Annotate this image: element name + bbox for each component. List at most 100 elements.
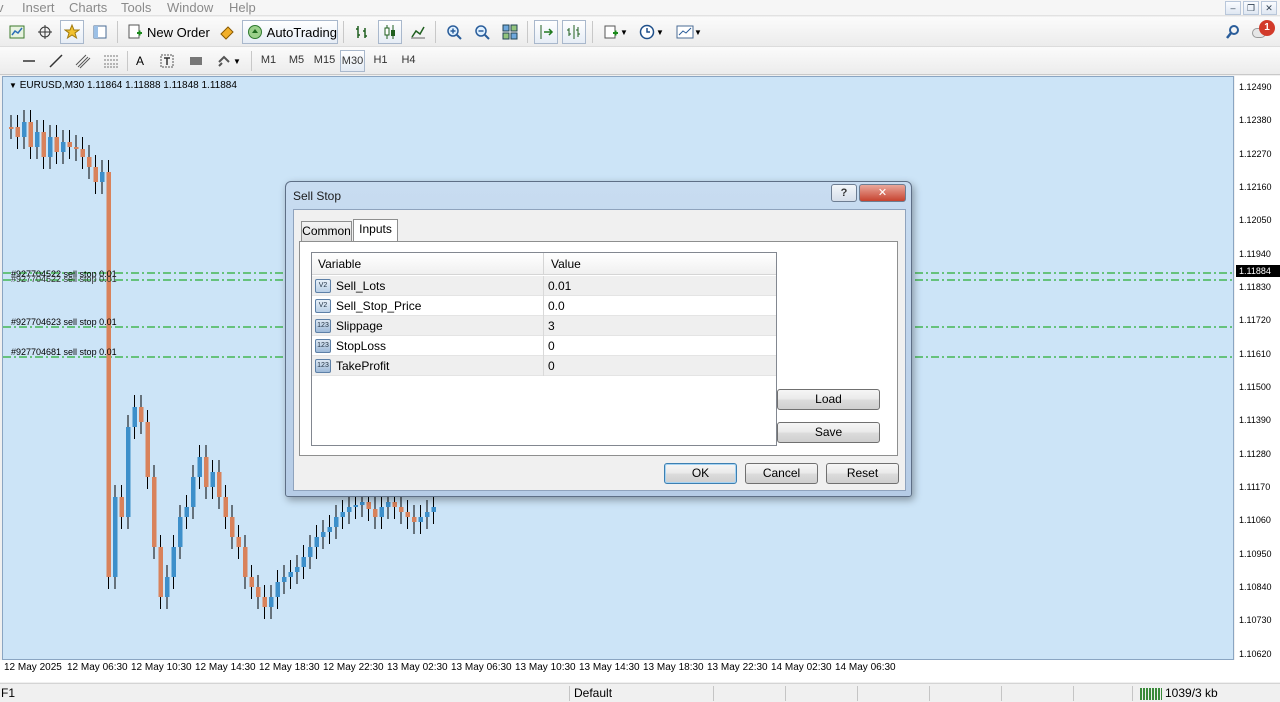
status-profile[interactable]: Default <box>574 685 612 702</box>
zoom-out-button[interactable] <box>471 20 493 44</box>
crosshair-button[interactable] <box>34 20 56 44</box>
text-label-button[interactable] <box>157 49 177 73</box>
tab-common[interactable]: Common <box>301 221 352 241</box>
candle-body <box>431 507 436 512</box>
table-row[interactable]: V2 Sell_Stop_Price 0.0 <box>312 296 776 316</box>
candle-body <box>288 572 293 577</box>
horizontal-line-button[interactable] <box>18 49 40 73</box>
equidistant-channel-button[interactable] <box>72 49 94 73</box>
candle-body <box>327 527 332 532</box>
table-row[interactable]: 123 TakeProfit 0 <box>312 356 776 376</box>
trendline-button[interactable] <box>45 49 67 73</box>
autotrading-label: AutoTrading <box>266 24 337 40</box>
candle-body <box>35 132 40 147</box>
templates-button[interactable]: ▼ <box>673 20 705 44</box>
fibonacci-button[interactable] <box>100 49 122 73</box>
load-button[interactable]: Load <box>777 389 880 410</box>
variable-cell: V2 Sell_Stop_Price <box>312 296 544 316</box>
status-divider <box>1132 686 1133 701</box>
status-divider <box>569 686 570 701</box>
zoom-in-button[interactable] <box>443 20 465 44</box>
arrow-shapes-button[interactable] <box>185 49 207 73</box>
timeframe-m15[interactable]: M15 <box>312 50 337 72</box>
table-row[interactable]: V2 Sell_Lots 0.01 <box>312 276 776 296</box>
candle-body <box>74 147 79 149</box>
line-chart-button[interactable] <box>407 20 429 44</box>
favorites-button[interactable] <box>60 20 84 44</box>
new-chart-button[interactable] <box>6 20 28 44</box>
candle-body <box>405 512 410 517</box>
menu-window[interactable]: Window <box>167 0 213 16</box>
menu-charts[interactable]: Charts <box>69 0 107 16</box>
dialog-title: Sell Stop <box>293 189 342 203</box>
separator <box>251 51 252 71</box>
restore-chart-button[interactable]: ❐ <box>1243 1 1259 15</box>
new-order-button[interactable]: New Order <box>126 20 214 44</box>
auto-scroll-button[interactable] <box>534 20 558 44</box>
metaeditor-icon <box>218 23 236 41</box>
help-button[interactable]: ? <box>831 184 857 202</box>
indicators-button[interactable]: ▼ <box>600 20 630 44</box>
arrows-icon <box>215 52 233 70</box>
bar-chart-button[interactable] <box>351 20 373 44</box>
candle-body <box>249 577 254 587</box>
menu-insert[interactable]: Insert <box>22 0 55 16</box>
value-cell[interactable]: 0 <box>545 356 776 376</box>
column-header-value[interactable]: Value <box>545 253 776 275</box>
candle-body <box>275 582 280 597</box>
double-type-icon: V2 <box>315 279 331 293</box>
chart-shift-button[interactable] <box>562 20 586 44</box>
time-tick: 12 May 10:30 <box>131 662 192 673</box>
value-cell[interactable]: 0.0 <box>545 296 776 316</box>
timeframe-h4[interactable]: H4 <box>396 50 421 72</box>
timeframe-h1[interactable]: H1 <box>368 50 393 72</box>
integer-type-icon: 123 <box>315 319 331 333</box>
candle-body <box>28 122 33 147</box>
zoom-in-icon <box>445 23 463 41</box>
notifications-button[interactable]: 1 <box>1250 20 1278 44</box>
navigator-button[interactable] <box>89 20 111 44</box>
value-cell[interactable]: 3 <box>545 316 776 336</box>
close-button[interactable]: ✕ <box>859 184 906 202</box>
price-axis[interactable]: 1.12490 1.12380 1.12270 1.12160 1.12050 … <box>1235 76 1280 660</box>
reset-button[interactable]: Reset <box>826 463 899 484</box>
menu-view-fragment[interactable]: v <box>0 0 4 16</box>
column-header-variable[interactable]: Variable <box>312 253 544 275</box>
tab-inputs[interactable]: Inputs <box>353 219 398 241</box>
text-tool-button[interactable]: A <box>130 49 150 73</box>
metaeditor-button[interactable] <box>216 20 238 44</box>
candlestick-button[interactable] <box>378 20 402 44</box>
cancel-button[interactable]: Cancel <box>745 463 818 484</box>
minimize-chart-button[interactable]: – <box>1225 1 1241 15</box>
menu-tools[interactable]: Tools <box>121 0 151 16</box>
order-label[interactable]: #927704681 sell stop 0.01 <box>11 347 117 357</box>
value-cell[interactable]: 0.01 <box>545 276 776 296</box>
save-button[interactable]: Save <box>777 422 880 443</box>
order-label-overlap: #927704522 sell stop 0.01 <box>11 274 117 284</box>
timeframe-m1[interactable]: M1 <box>256 50 281 72</box>
table-row[interactable]: 123 StopLoss 0 <box>312 336 776 356</box>
ok-button[interactable]: OK <box>664 463 737 484</box>
candle-body <box>152 477 157 547</box>
close-chart-button[interactable]: ✕ <box>1261 1 1277 15</box>
candle-body <box>399 507 404 512</box>
timeframe-m30[interactable]: M30 <box>340 50 365 72</box>
timeframe-m5[interactable]: M5 <box>284 50 309 72</box>
candle-body <box>100 172 105 182</box>
candle-body <box>139 407 144 422</box>
candle-body <box>178 517 183 547</box>
table-row[interactable]: 123 Slippage 3 <box>312 316 776 336</box>
time-tick: 14 May 06:30 <box>835 662 896 673</box>
value-cell[interactable]: 0 <box>545 336 776 356</box>
candle-body <box>171 547 176 577</box>
dropdown-arrow-icon: ▼ <box>694 27 702 37</box>
order-label[interactable]: #927704623 sell stop 0.01 <box>11 317 117 327</box>
periods-button[interactable]: ▼ <box>636 20 666 44</box>
menu-help[interactable]: Help <box>229 0 256 16</box>
search-button[interactable] <box>1222 20 1244 44</box>
tile-windows-button[interactable] <box>499 20 521 44</box>
time-axis[interactable]: 12 May 2025 12 May 06:30 12 May 10:30 12… <box>0 660 1280 682</box>
inputs-grid[interactable]: Variable Value V2 Sell_Lots 0.01 V2 Sell… <box>311 252 777 446</box>
autotrading-button[interactable]: AutoTrading <box>242 20 338 44</box>
arrows-button[interactable]: ▼ <box>212 49 244 73</box>
